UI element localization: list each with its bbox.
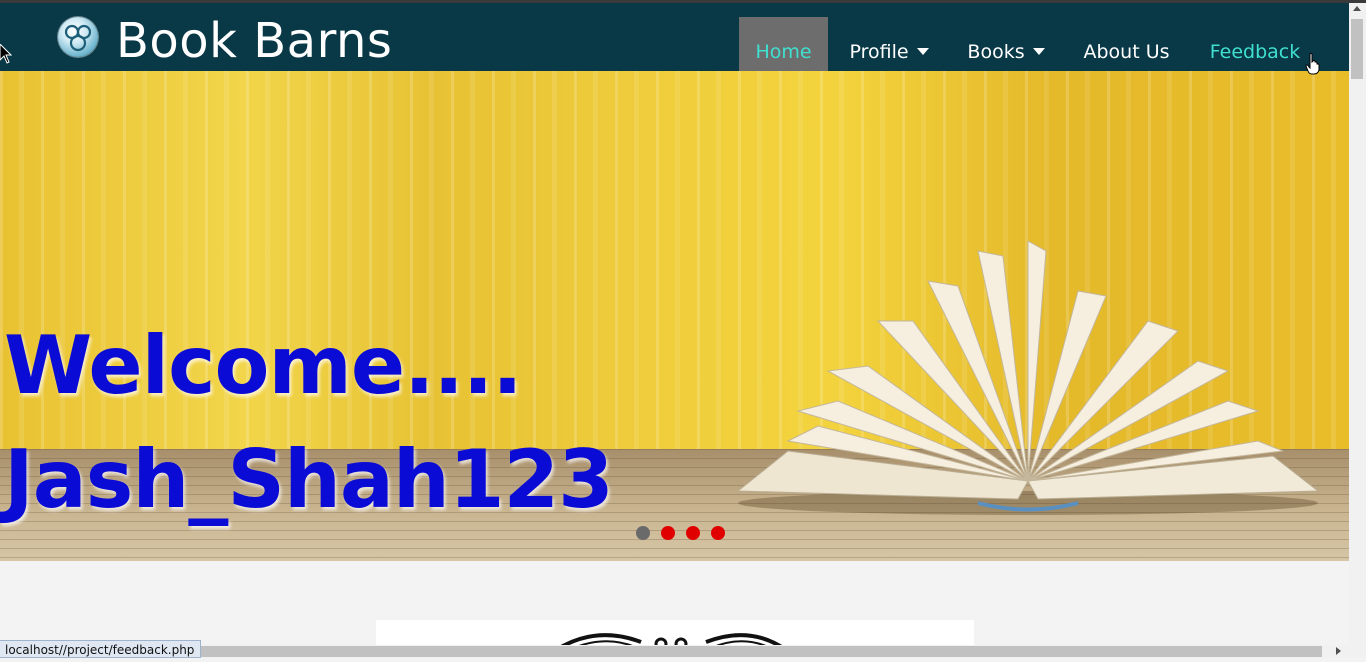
welcome-heading: Welcome.... <box>4 319 523 412</box>
horizontal-scrollbar-thumb[interactable] <box>182 646 1322 657</box>
hand-cursor-icon <box>1305 53 1320 75</box>
book-barns-logo-icon[interactable] <box>58 17 98 57</box>
nav-feedback-label: Feedback <box>1209 40 1301 63</box>
nav-books-label: Books <box>967 40 1025 63</box>
open-book-image <box>736 241 1320 515</box>
username-heading: Jash_Shah123 <box>4 433 614 526</box>
carousel-indicator-1[interactable] <box>636 526 650 540</box>
vertical-scrollbar[interactable] <box>1349 3 1366 658</box>
nav-about-us-label: About Us <box>1083 40 1170 63</box>
horizontal-scrollbar[interactable] <box>0 645 1349 658</box>
brand-title[interactable]: Book Barns <box>116 11 392 71</box>
carousel-indicator-2[interactable] <box>661 526 675 540</box>
nav-home-label: Home <box>755 40 812 63</box>
chevron-down-icon <box>1032 48 1045 55</box>
scroll-up-arrow-icon[interactable] <box>1353 6 1361 11</box>
hero-carousel: Welcome.... Jash_Shah123 <box>0 71 1349 561</box>
vertical-scrollbar-thumb[interactable] <box>1351 19 1363 79</box>
carousel-indicator-3[interactable] <box>686 526 700 540</box>
scroll-right-arrow-icon[interactable] <box>1336 647 1341 655</box>
carousel-indicators <box>636 526 725 540</box>
status-bar-url: localhost//project/feedback.php <box>0 640 202 658</box>
carousel-indicator-4[interactable] <box>711 526 725 540</box>
chevron-down-icon <box>916 48 929 55</box>
arrow-cursor-icon <box>0 44 12 64</box>
nav-profile-label: Profile <box>849 40 909 63</box>
